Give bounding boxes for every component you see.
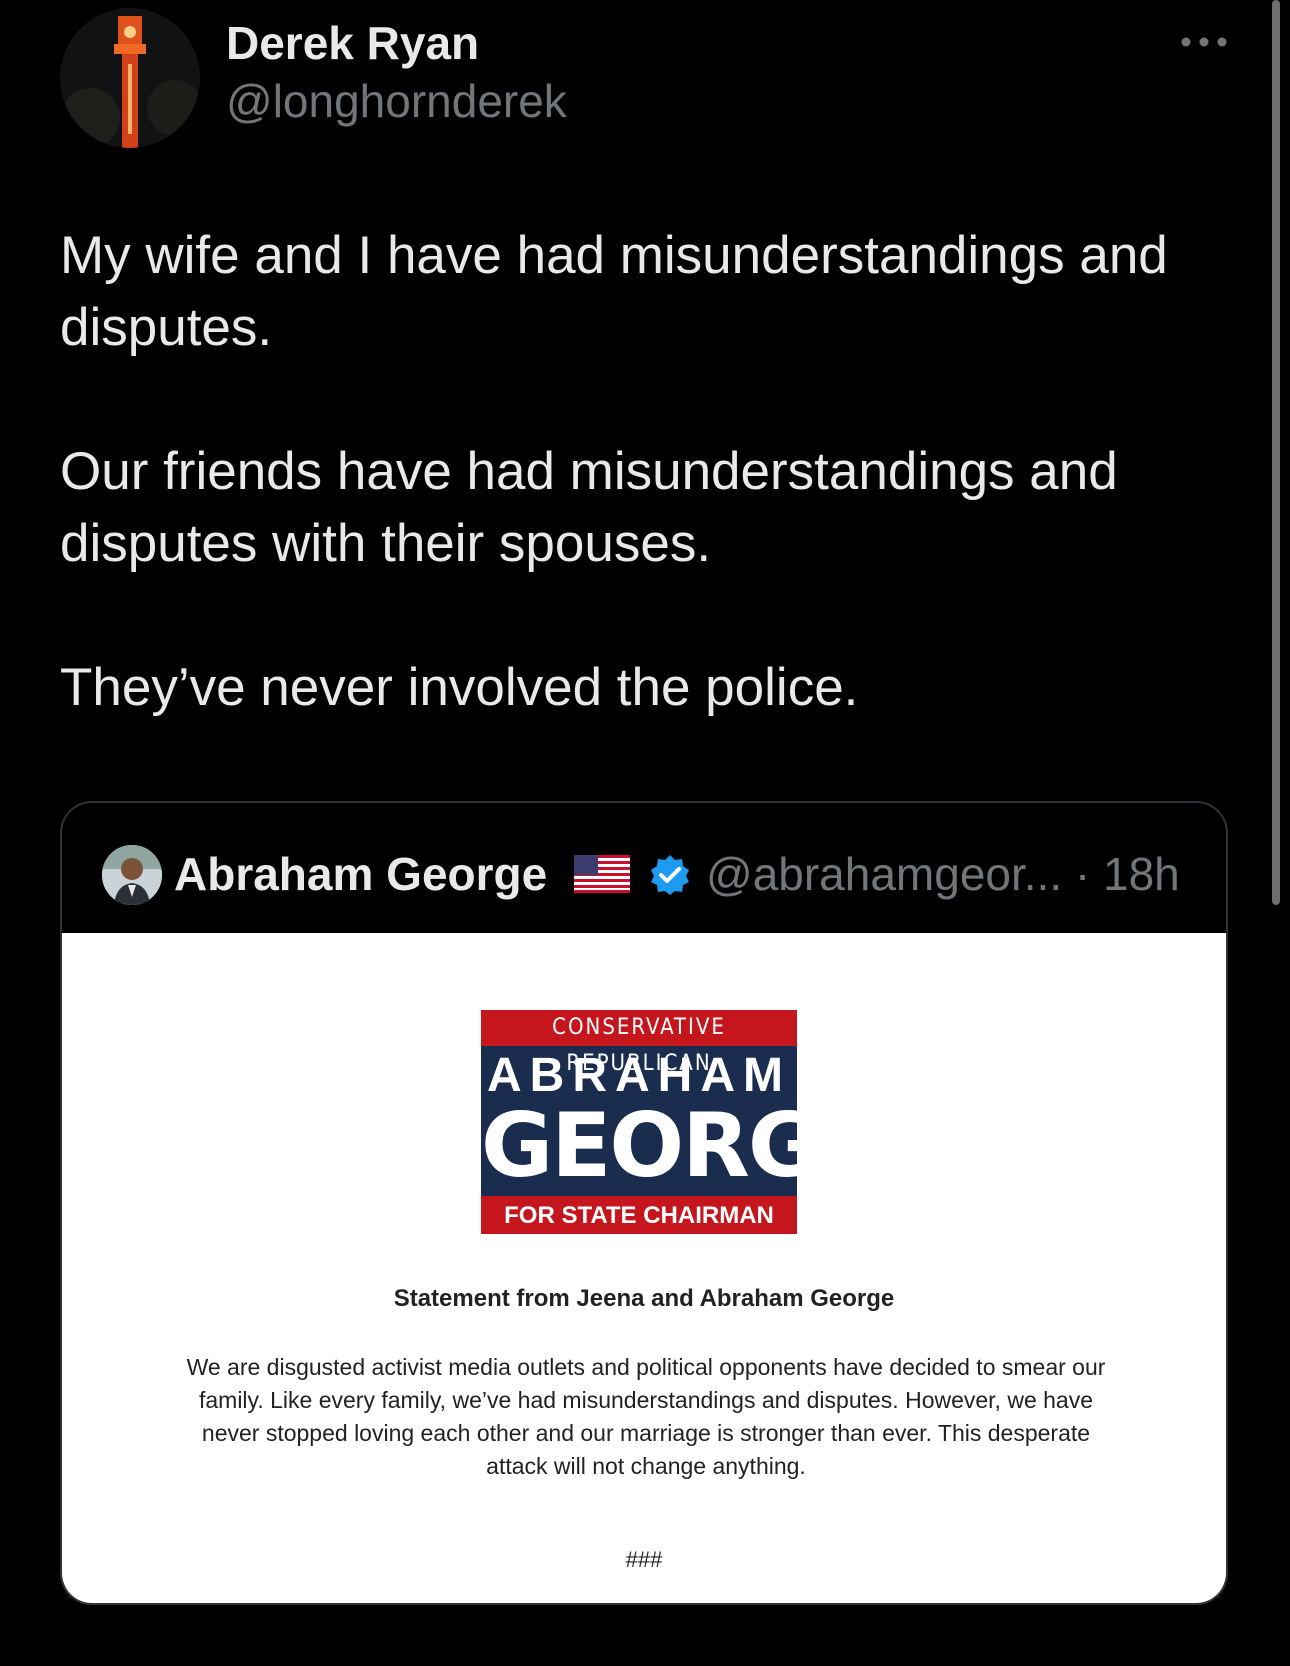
statement-end: ### bbox=[625, 1547, 663, 1572]
tweet-paragraph: Our friends have had misunderstandings a… bbox=[60, 442, 1118, 573]
logo-bottom-text: FOR STATE CHAIRMAN bbox=[481, 1196, 797, 1234]
tower-avatar-icon bbox=[60, 8, 200, 148]
statement-body: We are disgusted activist media outlets … bbox=[186, 1354, 1106, 1479]
logo-top-text: CONSERVATIVE REPUBLICAN bbox=[481, 1010, 797, 1076]
quoted-author-avatar bbox=[102, 845, 162, 905]
quoted-tweet-header: Abraham George @abrahamgeor... · 18h bbox=[62, 803, 1226, 933]
more-options-icon[interactable] bbox=[1180, 22, 1228, 62]
verified-badge-icon bbox=[648, 853, 692, 897]
us-flag-icon bbox=[574, 855, 630, 893]
logo-big-text: GEORGE bbox=[481, 1094, 797, 1197]
campaign-logo: CONSERVATIVE REPUBLICAN ABRAHAM GEORGE F… bbox=[481, 1010, 797, 1234]
quoted-author-name: Abraham George bbox=[174, 848, 548, 900]
author-name[interactable]: Derek Ryan bbox=[226, 16, 479, 70]
tweet-paragraph: They’ve never involved the police. bbox=[60, 658, 859, 717]
quoted-handle-time: @abrahamgeor... · 18h bbox=[706, 848, 1180, 900]
scrollbar[interactable] bbox=[1272, 0, 1280, 905]
author-handle[interactable]: @longhornderek bbox=[226, 74, 567, 128]
quoted-image[interactable]: CONSERVATIVE REPUBLICAN ABRAHAM GEORGE F… bbox=[62, 933, 1226, 1603]
statement-title: Statement from Jeena and Abraham George bbox=[393, 1285, 895, 1312]
author-avatar[interactable] bbox=[60, 8, 200, 148]
tweet-text: My wife and I have had misunderstandings… bbox=[60, 220, 1210, 724]
quoted-tweet-card[interactable]: Abraham George @abrahamgeor... · 18h CON… bbox=[60, 801, 1228, 1605]
tweet-paragraph: My wife and I have had misunderstandings… bbox=[60, 226, 1168, 357]
